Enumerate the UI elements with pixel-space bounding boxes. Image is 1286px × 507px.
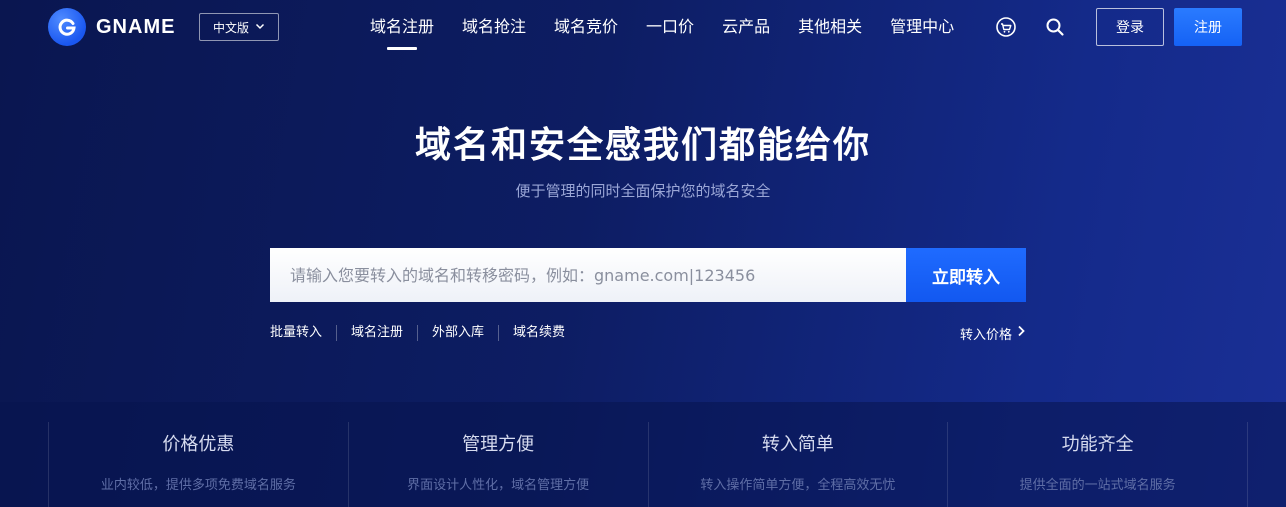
- hero-title: 域名和安全感我们都能给你: [414, 125, 871, 166]
- quick-link-external-import[interactable]: 外部入库: [417, 325, 498, 341]
- quick-link-domain-register[interactable]: 域名注册: [336, 325, 417, 341]
- register-button[interactable]: 注册: [1174, 8, 1242, 46]
- page: GNAME 中文版 域名注册 域名抢注 域名竞价 一口价 云产品 其他相关 管理…: [0, 0, 1286, 507]
- hero-subtitle: 便于管理的同时全面保护您的域名安全: [515, 182, 771, 200]
- feature-item: 转入简单 转入操作简单方便，全程高效无忧: [647, 422, 948, 507]
- features-section: 价格优惠 业内较低，提供多项免费域名服务 管理方便 界面设计人性化，域名管理方便…: [0, 402, 1286, 507]
- feature-grid: 价格优惠 业内较低，提供多项免费域名服务 管理方便 界面设计人性化，域名管理方便…: [48, 422, 1248, 507]
- search-icon[interactable]: [1043, 15, 1067, 39]
- logo-icon: [48, 8, 86, 46]
- feature-desc: 提供全面的一站式域名服务: [1019, 478, 1176, 493]
- feature-title: 管理方便: [462, 434, 535, 455]
- feature-desc: 业内较低，提供多项免费域名服务: [100, 478, 296, 493]
- transfer-price-label: 转入价格: [959, 327, 1012, 343]
- header: GNAME 中文版 域名注册 域名抢注 域名竞价 一口价 云产品 其他相关 管理…: [0, 0, 1286, 54]
- quick-links: 批量转入 域名注册 外部入库 域名续费: [270, 322, 579, 344]
- nav-item-domain-snap[interactable]: 域名抢注: [448, 0, 540, 54]
- cart-icon[interactable]: [994, 15, 1018, 39]
- feature-item: 价格优惠 业内较低，提供多项免费域名服务: [48, 422, 348, 507]
- feature-desc: 界面设计人性化，域名管理方便: [407, 478, 590, 493]
- chevron-down-icon: [255, 20, 265, 34]
- nav-item-domain-register[interactable]: 域名注册: [356, 0, 448, 54]
- chevron-right-icon: [1016, 325, 1026, 341]
- logo[interactable]: GNAME: [48, 8, 175, 46]
- feature-title: 功能齐全: [1061, 434, 1134, 455]
- quick-link-batch-transfer[interactable]: 批量转入: [270, 325, 336, 341]
- feature-item: 功能齐全 提供全面的一站式域名服务: [947, 422, 1248, 507]
- nav-item-management-center[interactable]: 管理中心: [876, 0, 968, 54]
- language-selector[interactable]: 中文版: [199, 13, 279, 41]
- transfer-search: 立即转入: [270, 248, 1026, 302]
- nav-item-cloud-products[interactable]: 云产品: [708, 0, 784, 54]
- transfer-domain-input[interactable]: [270, 248, 906, 302]
- feature-item: 管理方便 界面设计人性化，域名管理方便: [347, 422, 648, 507]
- nav-item-other[interactable]: 其他相关: [784, 0, 876, 54]
- feature-title: 价格优惠: [162, 434, 235, 455]
- main-nav: 域名注册 域名抢注 域名竞价 一口价 云产品 其他相关 管理中心: [356, 0, 968, 54]
- feature-title: 转入简单: [761, 434, 834, 455]
- transfer-now-button[interactable]: 立即转入: [906, 248, 1026, 302]
- quick-link-domain-renew[interactable]: 域名续费: [498, 325, 579, 341]
- login-button[interactable]: 登录: [1096, 8, 1164, 46]
- language-label: 中文版: [212, 20, 249, 35]
- nav-item-fixed-price[interactable]: 一口价: [632, 0, 708, 54]
- logo-text: GNAME: [96, 15, 176, 38]
- transfer-price-link[interactable]: 转入价格: [960, 322, 1026, 344]
- nav-item-domain-auction[interactable]: 域名竞价: [540, 0, 632, 54]
- feature-desc: 转入操作简单方便，全程高效无忧: [700, 478, 896, 493]
